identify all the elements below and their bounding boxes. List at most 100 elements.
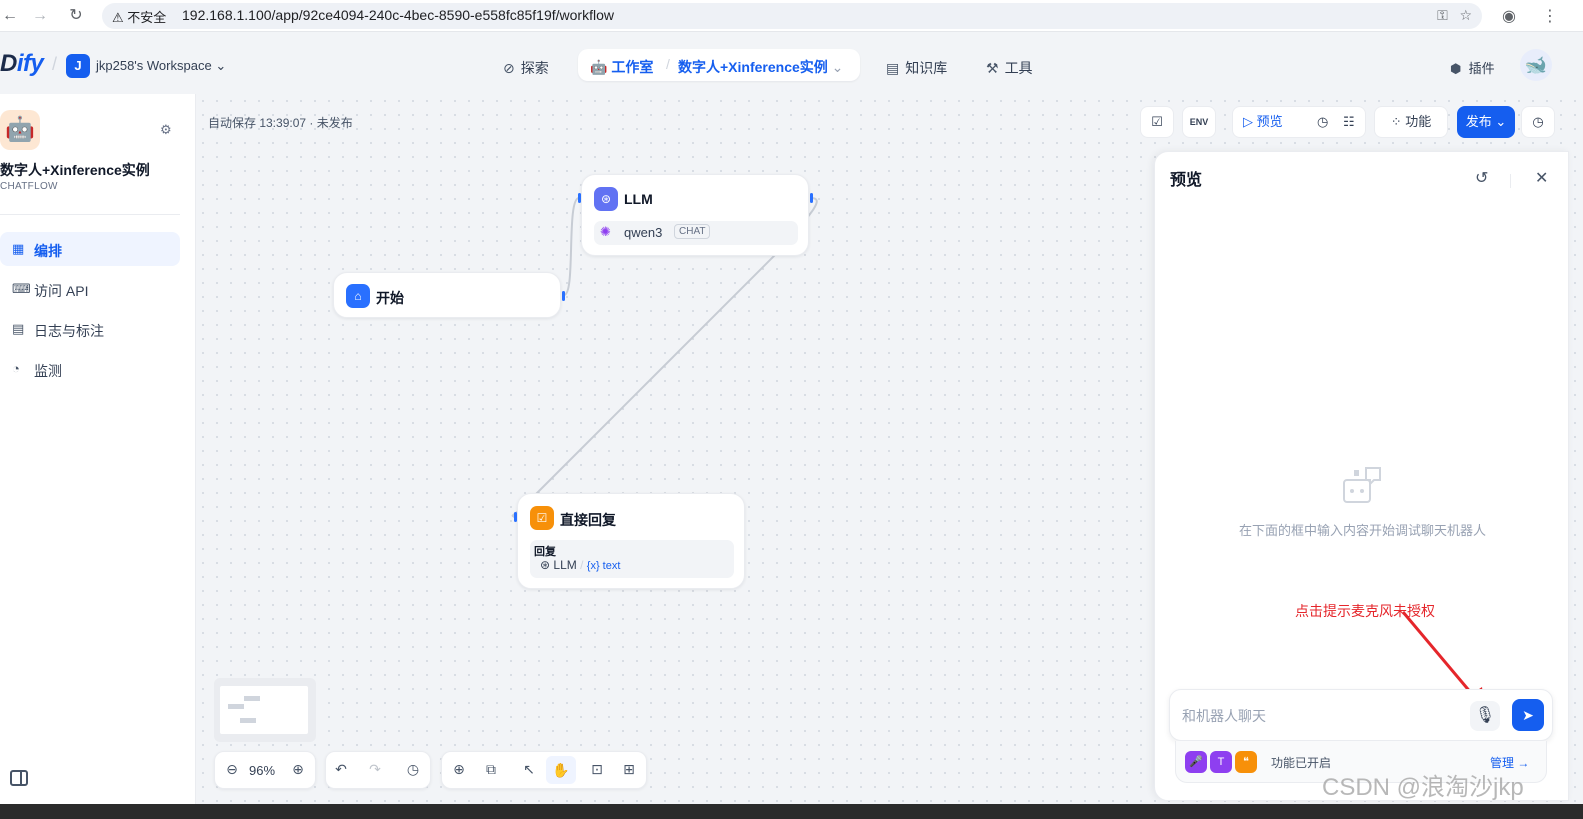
output-handle[interactable] bbox=[562, 291, 565, 301]
zoom-in-icon[interactable]: ⊕ bbox=[287, 761, 309, 778]
answer-label: 回复 bbox=[534, 546, 556, 558]
history-icon[interactable]: ◷ bbox=[402, 761, 424, 778]
redo-icon[interactable]: ↷ bbox=[364, 761, 386, 778]
edge-start-llm bbox=[563, 197, 580, 296]
minimap[interactable] bbox=[214, 678, 316, 742]
llm-node[interactable]: ⊛ LLM ✺ qwen3 CHAT bbox=[578, 174, 813, 256]
send-button[interactable]: ➤ bbox=[1512, 699, 1544, 731]
profile-icon[interactable]: ◉ bbox=[1502, 6, 1516, 26]
sidebar-item-orchestrate[interactable]: ▦ 编排 bbox=[0, 232, 180, 266]
document-icon: ▤ bbox=[12, 321, 25, 336]
dify-logo[interactable]: Dify bbox=[0, 50, 44, 78]
nav-tools-label: 工具 bbox=[1004, 60, 1033, 76]
output-handle[interactable] bbox=[810, 193, 813, 203]
env-button[interactable]: ENV bbox=[1182, 106, 1216, 138]
features-button[interactable]: ⁘ 功能 bbox=[1374, 106, 1448, 138]
user-avatar[interactable]: 🐋 bbox=[1520, 49, 1552, 81]
app-switcher[interactable]: 数字人+Xinference实例 ⌄ bbox=[678, 57, 843, 77]
header-divider bbox=[1510, 174, 1511, 188]
brain-icon: ⊛ bbox=[594, 187, 618, 211]
node-title: 直接回复 bbox=[560, 512, 616, 528]
add-node-icon[interactable]: ⊕ bbox=[448, 761, 470, 778]
sidebar-collapse-icon[interactable] bbox=[10, 770, 28, 786]
workspace-selector[interactable]: jkp258's Workspace ⌄ bbox=[96, 58, 226, 74]
home-icon: ⌂ bbox=[346, 284, 370, 308]
undo-icon[interactable]: ↶ bbox=[330, 761, 352, 778]
security-label: 不安全 bbox=[127, 10, 167, 25]
opening-statement-icon: ❝ bbox=[1235, 751, 1257, 773]
studio-link[interactable]: 🤖 工作室 bbox=[590, 57, 653, 77]
close-icon[interactable]: ✕ bbox=[1535, 168, 1548, 188]
sidebar-item-logs[interactable]: ▤ 日志与标注 bbox=[0, 312, 180, 346]
variable-inspect-icon[interactable]: ☷ bbox=[1343, 107, 1355, 137]
settings-sliders-icon[interactable]: ⚙ bbox=[160, 122, 172, 138]
address-bar[interactable]: ⚠ 不安全 192.168.1.100/app/92ce4094-240c-4b… bbox=[102, 3, 1482, 29]
compass-icon: ⊘ bbox=[503, 60, 515, 76]
minimap-viewport bbox=[220, 686, 308, 734]
sidebar-item-api[interactable]: ⌨ 访问 API bbox=[0, 272, 180, 306]
logo-letter: D bbox=[0, 50, 17, 77]
sidebar-item-monitor[interactable]: ◔ 监测 bbox=[0, 352, 180, 386]
microphone-button[interactable]: 🎙 bbox=[1470, 701, 1500, 731]
checklist-button[interactable]: ☑ bbox=[1140, 106, 1174, 138]
history-run-icon[interactable]: ◷ bbox=[1317, 107, 1328, 137]
preview-label: 预览 bbox=[1256, 114, 1283, 129]
nav-tools[interactable]: ⚒ 工具 bbox=[986, 58, 1033, 78]
plugins-button[interactable]: ⬢ 插件 bbox=[1450, 58, 1495, 77]
preview-panel: 预览 ↺ ✕ 在下面的框中输入内容开始调试聊天机器人 点击提示麦克风未授权 🎙 … bbox=[1154, 151, 1569, 801]
canvas-tools: ⊕ ⧉ ↖ ✋ ⊡ ⊞ bbox=[441, 751, 647, 789]
input-handle[interactable] bbox=[514, 512, 517, 522]
hammer-icon: ⚒ bbox=[986, 60, 999, 76]
preview-title: 预览 bbox=[1170, 172, 1203, 189]
add-note-icon[interactable]: ⧉ bbox=[480, 761, 502, 778]
sidebar-item-label: 监测 bbox=[34, 363, 62, 379]
model-mode-tag: CHAT bbox=[674, 224, 711, 239]
reload-icon[interactable]: ↻ bbox=[66, 6, 86, 26]
url-text[interactable]: 192.168.1.100/app/92ce4094-240c-4bec-859… bbox=[182, 7, 614, 23]
watermark: CSDN @浪淘沙jkp bbox=[1322, 774, 1524, 801]
back-icon[interactable]: ← bbox=[0, 6, 20, 26]
organize-blocks-icon[interactable]: ⊞ bbox=[618, 761, 640, 778]
export-image-icon[interactable]: ⊡ bbox=[586, 761, 608, 778]
nav-studio[interactable]: 🤖 工作室 / 数字人+Xinference实例 ⌄ bbox=[578, 49, 860, 81]
chat-bot-icon bbox=[1343, 467, 1381, 503]
security-warning[interactable]: ⚠ 不安全 bbox=[112, 7, 166, 26]
start-node[interactable]: ⌂ 开始 bbox=[333, 272, 565, 318]
input-handle[interactable] bbox=[578, 193, 581, 203]
forward-icon[interactable]: → bbox=[30, 6, 50, 26]
minimap-node bbox=[228, 704, 244, 709]
workspace-name: jkp258's Workspace bbox=[96, 58, 212, 73]
preview-button[interactable]: ▷ 预览 bbox=[1243, 107, 1283, 137]
brain-icon: ⊛ bbox=[540, 558, 551, 572]
app-header: Dify / J jkp258's Workspace ⌄ ⊘ 探索 🤖 工作室 … bbox=[0, 32, 1583, 94]
hand-icon[interactable]: ✋ bbox=[546, 756, 576, 784]
nav-explore-label: 探索 bbox=[520, 60, 549, 76]
pointer-icon[interactable]: ↖ bbox=[518, 761, 540, 778]
studio-label: 工作室 bbox=[611, 59, 654, 75]
app-avatar-icon: 🤖 bbox=[0, 110, 40, 150]
empty-hint: 在下面的框中输入内容开始调试聊天机器人 bbox=[1238, 523, 1486, 538]
zoom-level[interactable]: 96% bbox=[249, 763, 275, 778]
whale-icon: 🐋 bbox=[1524, 55, 1548, 75]
breadcrumb-separator: / bbox=[666, 56, 670, 72]
chat-input[interactable] bbox=[1182, 704, 1452, 728]
answer-node[interactable]: ☑ 直接回复 回复 ⊛ LLM / {x} text bbox=[514, 493, 745, 589]
key-icon[interactable]: ⚿ bbox=[1437, 7, 1448, 23]
browser-bar: ← → ↻ ⚠ 不安全 192.168.1.100/app/92ce4094-2… bbox=[0, 0, 1583, 32]
microphone-icon: 🎙 bbox=[1474, 707, 1496, 724]
bookmark-star-icon[interactable]: ☆ bbox=[1459, 7, 1472, 23]
model-badge: ✺ qwen3 CHAT bbox=[594, 221, 798, 245]
browser-menu-icon[interactable]: ⋮ bbox=[1542, 6, 1558, 26]
workspace-avatar[interactable]: J bbox=[66, 54, 90, 78]
restart-icon[interactable]: ↺ bbox=[1475, 168, 1488, 188]
zoom-out-icon[interactable]: ⊖ bbox=[221, 761, 243, 778]
nav-knowledge[interactable]: ▤ 知识库 bbox=[886, 58, 947, 78]
answer-variable: {x} text bbox=[586, 560, 621, 572]
nav-knowledge-label: 知识库 bbox=[905, 60, 948, 76]
nav-explore[interactable]: ⊘ 探索 bbox=[503, 58, 549, 78]
publish-button[interactable]: 发布 ⌄ bbox=[1457, 106, 1515, 138]
answer-variable-ref: ⊛ LLM / {x} text bbox=[540, 558, 621, 572]
features-label: 功能 bbox=[1405, 114, 1432, 129]
plugins-label: 插件 bbox=[1468, 61, 1495, 76]
version-history-button[interactable]: ◷ bbox=[1521, 106, 1555, 138]
